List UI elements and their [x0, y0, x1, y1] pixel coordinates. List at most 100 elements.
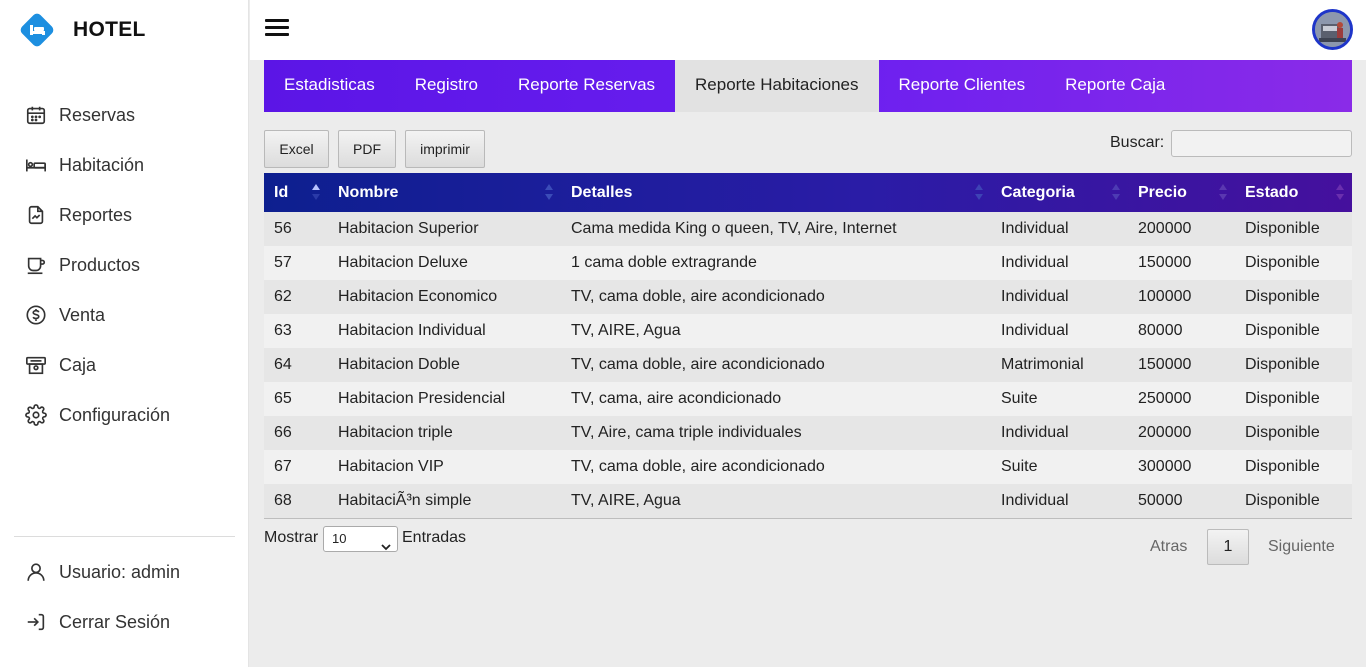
sidebar-bottom-nav: Usuario: admin Cerrar Sesión	[0, 547, 249, 647]
pdf-button[interactable]: PDF	[338, 130, 396, 168]
search-input[interactable]	[1171, 130, 1352, 157]
cell-estado: Disponible	[1245, 424, 1320, 441]
sidebar-item-label: Productos	[59, 254, 141, 275]
cell-nombre: Habitacion Doble	[338, 356, 460, 373]
sidebar-item-reservas[interactable]: Reservas	[0, 90, 249, 140]
table-row[interactable]: 63 Habitacion Individual TV, AIRE, Agua Ind…	[264, 314, 1352, 348]
cell-id: 65	[274, 390, 292, 407]
cell-id: 68	[264, 484, 328, 519]
cell-categoria: Individual	[1001, 254, 1069, 271]
table-row[interactable]: 68 HabitaciÃ³n simple TV, AIRE, Agua Indivi…	[264, 484, 1352, 519]
sort-icon	[1219, 184, 1227, 200]
page-size-select[interactable]: 10	[323, 526, 398, 552]
cell-detalles: TV, AIRE, Agua	[571, 322, 681, 339]
sidebar-item-label: Configuración	[59, 404, 171, 425]
cell-detalles: TV, Aire, cama triple individuales	[571, 424, 802, 441]
avatar[interactable]	[1312, 9, 1353, 50]
table-row[interactable]: 65 Habitacion Presidencial TV, cama, aire …	[264, 382, 1352, 416]
tab-estadisticas[interactable]: Estadisticas	[264, 60, 395, 112]
table-header-row: Id Nombre Detalles Categoria Precio Esta…	[264, 173, 1352, 212]
cell-nombre: Habitacion VIP	[338, 458, 444, 475]
cell-categoria: Individual	[1001, 288, 1069, 305]
sidebar-item-habitacion[interactable]: Habitación	[0, 140, 249, 190]
sidebar-item-caja[interactable]: Caja	[0, 340, 249, 390]
column-header-estado[interactable]: Estado	[1235, 173, 1352, 212]
tab-registro[interactable]: Registro	[395, 60, 498, 112]
cell-estado: Disponible	[1245, 220, 1320, 237]
tab-reporte-reservas[interactable]: Reporte Reservas	[498, 60, 675, 112]
cell-estado: Disponible	[1245, 288, 1320, 305]
tab-reporte-clientes[interactable]: Reporte Clientes	[879, 60, 1046, 112]
cell-detalles: Cama medida King o queen, TV, Aire, Inte…	[571, 220, 897, 237]
tab-reporte-habitaciones[interactable]: Reporte Habitaciones	[675, 60, 879, 112]
cell-precio: 300000	[1138, 458, 1192, 475]
report-tabs: Estadisticas Registro Reporte Reservas R…	[264, 60, 1352, 112]
cell-nombre: Habitacion Superior	[338, 220, 479, 237]
sidebar-item-configuracion[interactable]: Configuración	[0, 390, 249, 440]
brand-title: HOTEL	[73, 18, 146, 41]
page-size-value: 10	[332, 531, 347, 546]
column-header-detalles[interactable]: Detalles	[561, 173, 991, 212]
cell-detalles: TV, cama doble, aire acondicionado	[571, 288, 825, 305]
cell-estado: Disponible	[1245, 322, 1320, 339]
cell-precio: 250000	[1138, 390, 1192, 407]
cell-detalles: TV, AIRE, Agua	[561, 484, 991, 519]
report-icon	[24, 203, 48, 227]
cell-nombre: Habitacion triple	[338, 424, 453, 441]
cell-categoria: Matrimonial	[1001, 356, 1084, 373]
column-header-id[interactable]: Id	[264, 173, 328, 212]
cell-id: 56	[274, 220, 292, 237]
cell-nombre: Habitacion Individual	[338, 322, 486, 339]
sort-icon	[1336, 184, 1344, 200]
table-row[interactable]: 64 Habitacion Doble TV, cama doble, aire a…	[264, 348, 1352, 382]
sidebar: HOTEL Reservas Habitación Reportes Produ…	[0, 0, 249, 667]
logout-icon	[24, 610, 48, 634]
print-button[interactable]: imprimir	[405, 130, 485, 168]
cell-detalles: TV, cama doble, aire acondicionado	[571, 356, 825, 373]
sidebar-item-venta[interactable]: Venta	[0, 290, 249, 340]
cash-register-icon	[24, 353, 48, 377]
table-row[interactable]: 66 Habitacion triple TV, Aire, cama triple…	[264, 416, 1352, 450]
rooms-table: Id Nombre Detalles Categoria Precio Esta…	[264, 173, 1352, 519]
table-row[interactable]: 62 Habitacion Economico TV, cama doble, ai…	[264, 280, 1352, 314]
sort-icon	[1112, 184, 1120, 200]
sort-icon	[975, 184, 983, 200]
user-icon	[24, 560, 48, 584]
cell-nombre: Habitacion Deluxe	[338, 254, 468, 271]
cell-id: 57	[274, 254, 292, 271]
cell-precio: 100000	[1138, 288, 1192, 305]
chevron-down-icon	[381, 535, 391, 559]
cell-estado: Disponible	[1245, 458, 1320, 475]
excel-button[interactable]: Excel	[264, 130, 329, 168]
cell-id: 67	[274, 458, 292, 475]
sidebar-item-label: Habitación	[59, 154, 145, 175]
sidebar-item-cerrar-sesion[interactable]: Cerrar Sesión	[0, 597, 249, 647]
cell-detalles: TV, cama, aire acondicionado	[571, 390, 782, 407]
sidebar-item-productos[interactable]: Productos	[0, 240, 249, 290]
cell-estado: Disponible	[1245, 254, 1320, 271]
pagination-previous[interactable]: Atras	[1150, 538, 1187, 556]
column-header-categoria[interactable]: Categoria	[991, 173, 1128, 212]
sidebar-item-label: Caja	[59, 354, 97, 375]
sidebar-item-label: Venta	[59, 304, 106, 325]
column-header-nombre[interactable]: Nombre	[328, 173, 561, 212]
table-row[interactable]: 56 Habitacion Superior Cama medida King o …	[264, 212, 1352, 246]
sidebar-item-usuario[interactable]: Usuario: admin	[0, 547, 249, 597]
cell-nombre: Habitacion Economico	[338, 288, 498, 305]
sidebar-divider	[14, 536, 235, 537]
cell-categoria: Suite	[1001, 458, 1038, 475]
sidebar-item-label: Reservas	[59, 104, 136, 125]
pagination-current-page[interactable]: 1	[1207, 529, 1249, 565]
table-row[interactable]: 67 Habitacion VIP TV, cama doble, aire aco…	[264, 450, 1352, 484]
menu-toggle-icon[interactable]	[265, 19, 289, 39]
tab-reporte-caja[interactable]: Reporte Caja	[1045, 60, 1185, 112]
cell-nombre: HabitaciÃ³n simple	[328, 484, 561, 519]
sidebar-nav: Reservas Habitación Reportes Productos V…	[0, 90, 249, 440]
cell-categoria: Individual	[991, 484, 1128, 519]
pagination-next[interactable]: Siguiente	[1268, 538, 1335, 556]
brand[interactable]: HOTEL	[18, 10, 146, 50]
column-header-precio[interactable]: Precio	[1128, 173, 1235, 212]
cell-id: 62	[274, 288, 292, 305]
table-row[interactable]: 57 Habitacion Deluxe 1 cama doble extragra…	[264, 246, 1352, 280]
sidebar-item-reportes[interactable]: Reportes	[0, 190, 249, 240]
